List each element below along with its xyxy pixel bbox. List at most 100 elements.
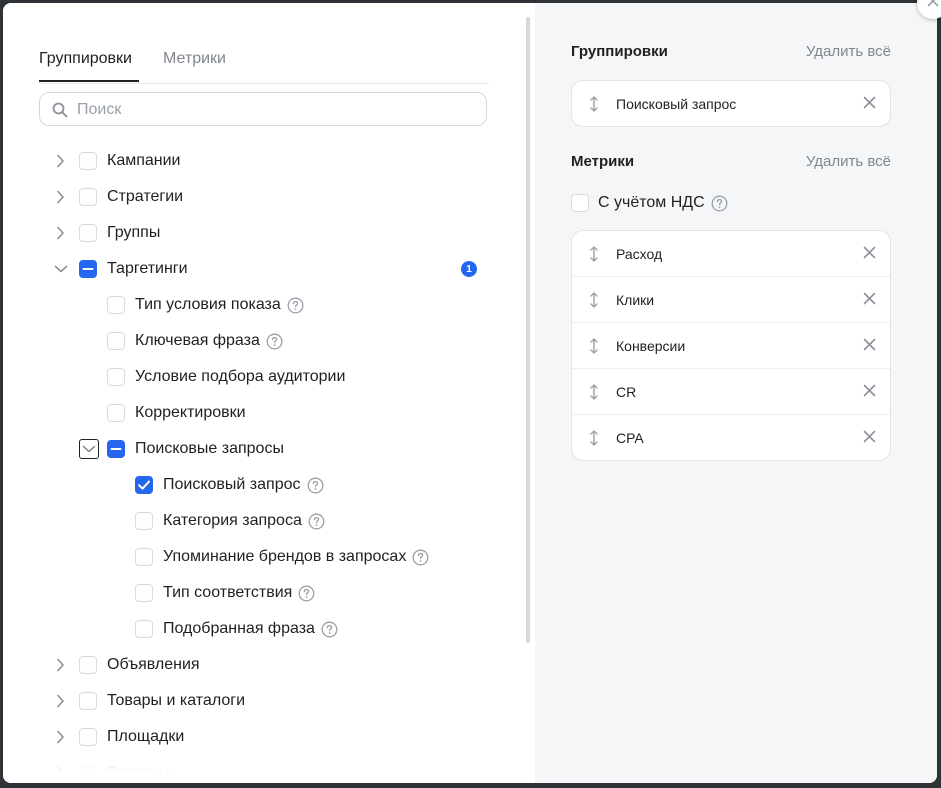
help-icon[interactable] <box>711 195 728 212</box>
collapse-button[interactable] <box>51 259 71 279</box>
chevron-right-icon <box>51 763 71 783</box>
checkbox[interactable] <box>79 656 97 674</box>
help-icon[interactable] <box>321 621 338 638</box>
expand-button[interactable] <box>51 763 71 783</box>
chevron-right-icon <box>51 655 71 675</box>
selected-panel: Группировки Удалить всё Поисковый запрос… <box>535 3 937 783</box>
help-icon[interactable] <box>308 513 325 530</box>
active-tab-indicator <box>39 80 139 82</box>
close-icon <box>863 292 876 305</box>
tree-row[interactable]: Тип условия показа <box>107 292 304 318</box>
selected-item: CPA <box>572 414 890 460</box>
tabs: Группировки Метрики <box>39 43 489 84</box>
tree-row[interactable]: Тип соответствия <box>135 580 315 606</box>
tree-row[interactable]: Поисковые запросы <box>79 436 284 462</box>
tab-metrics[interactable]: Метрики <box>163 50 226 68</box>
checkbox[interactable] <box>135 548 153 566</box>
tree-item-label: Тип соответствия <box>163 584 293 601</box>
checkbox[interactable] <box>135 584 153 602</box>
checkbox <box>79 764 97 782</box>
tree-item-label: Ключевая фраза <box>135 332 260 349</box>
tree-row[interactable]: Объявления <box>51 652 200 678</box>
vat-checkbox[interactable] <box>571 194 589 212</box>
help-icon[interactable] <box>287 297 304 314</box>
remove-button[interactable] <box>863 96 876 112</box>
checkbox[interactable] <box>79 728 97 746</box>
expand-button[interactable] <box>51 727 71 747</box>
help-icon[interactable] <box>298 585 315 602</box>
selected-item: CR <box>572 368 890 414</box>
close-icon <box>863 246 876 259</box>
expand-button[interactable] <box>51 655 71 675</box>
remove-button[interactable] <box>863 384 876 400</box>
drag-handle-icon <box>587 245 601 263</box>
close-icon <box>863 338 876 351</box>
drag-handle[interactable] <box>587 245 601 266</box>
tree-item-label: Упоминание брендов в запросах <box>163 548 407 565</box>
scrollbar[interactable] <box>526 17 530 643</box>
tree-row[interactable]: Подобранная фраза <box>135 616 338 642</box>
help-icon[interactable] <box>307 477 324 494</box>
groupings-section-title: Группировки <box>571 43 668 60</box>
checkbox[interactable] <box>107 296 125 314</box>
checkbox[interactable] <box>107 404 125 422</box>
remove-button[interactable] <box>863 292 876 308</box>
vat-toggle[interactable]: С учётом НДС <box>571 192 728 214</box>
tree-item-label: Площадки <box>107 728 185 745</box>
tree-item-label: Объявления <box>107 656 200 673</box>
checkbox[interactable] <box>79 152 97 170</box>
search-input[interactable] <box>75 93 479 127</box>
tree-row[interactable]: Товары и каталоги <box>51 688 245 714</box>
tree-row[interactable]: Площадки <box>51 724 184 750</box>
selected-item: Клики <box>572 276 890 322</box>
tree-row[interactable]: Таргетинги <box>51 256 188 282</box>
tree-row[interactable]: Регионы <box>51 760 170 783</box>
tree-row[interactable]: Упоминание брендов в запросах <box>135 544 429 570</box>
drag-handle-icon <box>587 429 601 447</box>
tree-row[interactable]: Кампании <box>51 148 181 174</box>
delete-all-metrics-button[interactable]: Удалить всё <box>806 153 891 170</box>
tree-row[interactable]: Условие подбора аудитории <box>107 364 345 390</box>
remove-button[interactable] <box>863 430 876 446</box>
checkbox[interactable] <box>135 476 153 494</box>
expand-button[interactable] <box>51 187 71 207</box>
tree-row[interactable]: Стратегии <box>51 184 183 210</box>
tree-item-label: Поисковый запрос <box>163 476 301 493</box>
tree-row[interactable]: Поисковый запрос <box>135 472 324 498</box>
checkbox[interactable] <box>135 620 153 638</box>
search-icon <box>52 102 68 123</box>
drag-handle-icon <box>587 383 601 401</box>
help-icon[interactable] <box>266 333 283 350</box>
chevron-right-icon <box>51 187 71 207</box>
drag-handle[interactable] <box>587 337 601 358</box>
tree-row[interactable]: Корректировки <box>107 400 246 426</box>
checkbox[interactable] <box>79 260 97 278</box>
delete-all-groupings-button[interactable]: Удалить всё <box>806 43 891 60</box>
expand-button[interactable] <box>51 223 71 243</box>
checkbox[interactable] <box>79 692 97 710</box>
drag-handle-icon <box>587 291 601 309</box>
checkbox[interactable] <box>79 224 97 242</box>
metrics-section-title: Метрики <box>571 153 635 170</box>
drag-handle[interactable] <box>587 95 601 116</box>
remove-button[interactable] <box>863 246 876 262</box>
help-icon[interactable] <box>412 549 429 566</box>
drag-handle[interactable] <box>587 429 601 450</box>
tree-item-label: Условие подбора аудитории <box>135 368 346 385</box>
checkbox[interactable] <box>107 368 125 386</box>
drag-handle[interactable] <box>587 383 601 404</box>
remove-button[interactable] <box>863 338 876 354</box>
tree-row[interactable]: Ключевая фраза <box>107 328 283 354</box>
checkbox[interactable] <box>107 332 125 350</box>
tree-row[interactable]: Категория запроса <box>135 508 325 534</box>
chevron-down-icon <box>79 439 99 459</box>
checkbox[interactable] <box>135 512 153 530</box>
expand-button[interactable] <box>51 151 71 171</box>
expand-button[interactable] <box>51 691 71 711</box>
drag-handle[interactable] <box>587 291 601 312</box>
checkbox[interactable] <box>107 440 125 458</box>
tree-row[interactable]: Группы <box>51 220 160 246</box>
tab-groupings[interactable]: Группировки <box>39 50 132 68</box>
collapse-button[interactable] <box>79 439 99 459</box>
checkbox[interactable] <box>79 188 97 206</box>
